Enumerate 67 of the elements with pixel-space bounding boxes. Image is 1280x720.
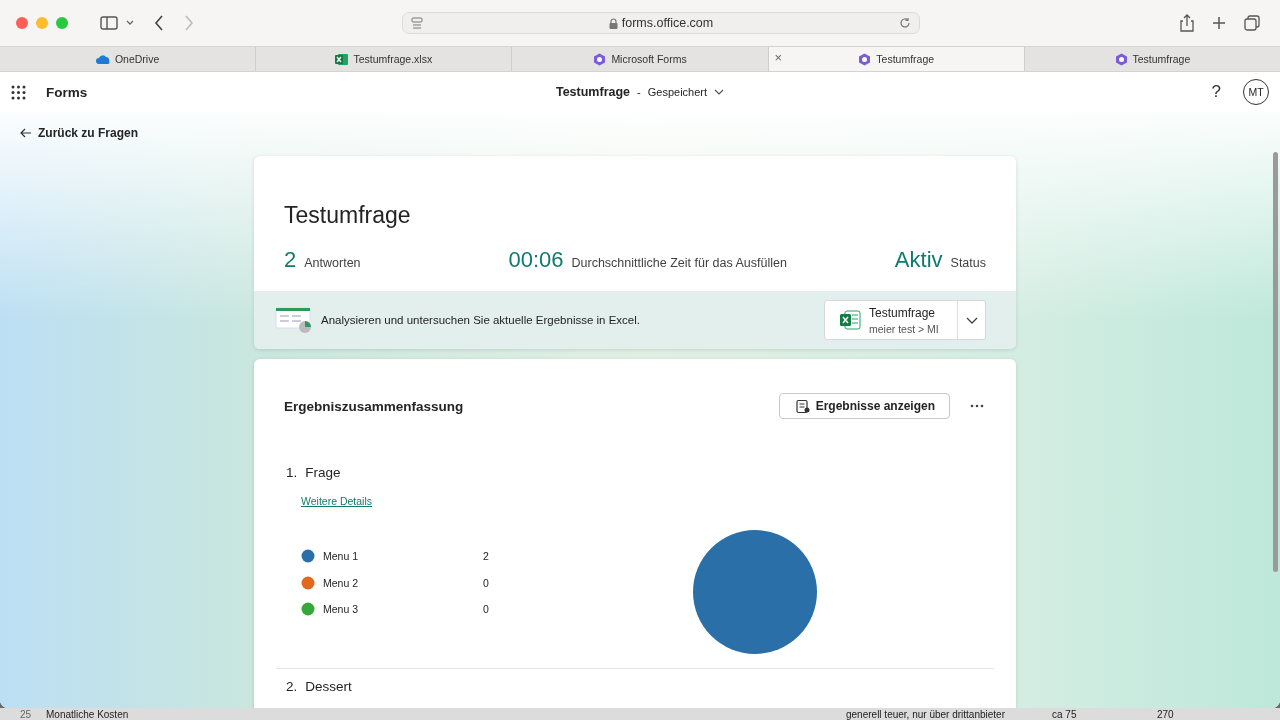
option-count: 2 [483,550,489,562]
back-icon[interactable] [154,15,164,31]
browser-tab[interactable]: OneDrive [0,47,256,71]
form-icon [1114,52,1128,66]
details-link[interactable]: Weitere Details [301,495,372,507]
chevron-down-icon[interactable] [714,89,725,95]
chevron-down-icon[interactable] [126,20,134,26]
spreadsheet-cell-text: generell teuer, nur über drittanbieter [846,708,1006,720]
chevron-down-icon [965,316,978,324]
form-title: Testumfrage [284,202,412,229]
spreadsheet-icon [335,52,349,66]
spreadsheet-cell-text: 25 [20,708,33,720]
browser-tab[interactable]: Testumfrage.xlsx [255,47,512,71]
back-link-text: Zurück zu Fragen [38,126,138,140]
app-launcher-icon[interactable] [11,84,26,100]
stat-label: Antworten [304,256,361,270]
close-tab-button[interactable]: × [774,51,783,65]
stat-label: Durchschnittliche Zeit für das Ausfüllen [571,256,787,270]
save-status: Gespeichert [647,86,708,98]
question-number: 1. [286,465,298,480]
back-link[interactable]: Zurück zu Fragen [20,126,138,140]
stat-value: Aktiv [894,247,943,273]
report-icon [795,398,810,414]
option-label: Menu 2 [323,576,360,589]
title-separator: - [637,86,641,98]
page-icon [411,17,423,29]
question-number: 2. [286,679,298,694]
option-count: 0 [483,603,489,615]
spreadsheet-chart-drawing [275,306,313,334]
stat-value: 00:06 [508,247,564,273]
tabs-overview-icon[interactable] [1244,15,1260,31]
section-title: Ergebniszusammenfassung [284,398,465,414]
spreadsheet-cell: 270 [1157,708,1174,720]
question-title: Frage [305,465,341,480]
question-title: Dessert [305,679,352,694]
help-button[interactable]: ? [1207,82,1225,102]
app-name[interactable]: Forms [46,84,88,100]
workbook-name: Testumfrage [869,305,937,320]
new-tab-icon[interactable] [1212,16,1226,30]
option-count: 0 [483,576,489,589]
arrow-left-icon [20,128,32,138]
spreadsheet-cell-text: ca 75 [1052,708,1078,720]
form-icon [593,52,607,66]
url-text: forms.office.com [621,16,714,30]
spreadsheet-icon [839,309,861,331]
form-icon [858,52,872,66]
sidebar-icon[interactable] [100,16,118,30]
window-control-icon[interactable] [16,17,28,29]
option-label: Menu 3 [323,603,360,615]
document-title[interactable]: Testumfrage [555,85,631,99]
spreadsheet-cell-text: Monatliche Kosten [46,708,130,720]
reload-icon[interactable] [899,17,911,29]
share-icon[interactable] [1180,14,1194,32]
lock-icon [608,17,618,29]
browser-tab[interactable]: × Testumfrage [767,47,1024,71]
option-label: Menu 1 [323,550,360,562]
workbook-path: meier test > MI [869,322,939,335]
stat-label: Status [950,256,986,270]
cloud-icon [95,54,110,64]
browser-tab[interactable]: Microsoft Forms [511,47,768,71]
browser-tab[interactable]: Testumfrage [1023,47,1280,71]
more-options-icon[interactable] [970,404,984,408]
banner-text: Analysieren und untersuchen Sie aktuelle Ergebnisse in Excel. [321,314,641,326]
scrollbar[interactable] [1273,152,1278,572]
address-bar[interactable]: forms.office.com [402,12,920,34]
stat-value: 2 [284,247,297,273]
view-results-button[interactable]: Ergebnisse anzeigen [778,393,950,419]
